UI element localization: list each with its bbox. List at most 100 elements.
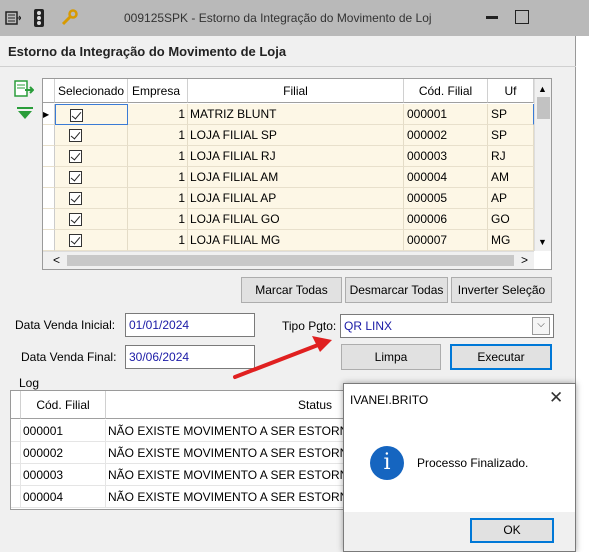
data-inicial-field[interactable]: 01/01/2024 — [125, 313, 255, 337]
scroll-up-icon[interactable]: ▲ — [538, 84, 547, 94]
row-checkbox-cell[interactable] — [55, 230, 128, 251]
menu-icon[interactable] — [4, 9, 22, 27]
log-col-header-cod[interactable]: Cód. Filial — [21, 391, 106, 419]
row-filial[interactable]: MATRIZ BLUNT — [188, 104, 404, 125]
row-empresa[interactable]: 1 — [128, 230, 188, 251]
log-cod[interactable]: 000004 — [21, 486, 106, 508]
grid-horizontal-scrollbar[interactable]: < > — [43, 251, 534, 269]
page-title: Estorno da Integração do Movimento de Lo… — [8, 44, 287, 59]
row-cod-filial[interactable]: 000004 — [404, 167, 488, 188]
deselect-all-button[interactable]: Desmarcar Todas — [345, 277, 448, 303]
row-empresa[interactable]: 1 — [128, 146, 188, 167]
log-indicator-header — [11, 391, 21, 419]
row-empresa[interactable]: 1 — [128, 209, 188, 230]
row-filial[interactable]: LOJA FILIAL MG — [188, 230, 404, 251]
row-cod-filial[interactable]: 000001 — [404, 104, 488, 125]
row-cod-filial[interactable]: 000003 — [404, 146, 488, 167]
traffic-light-icon[interactable] — [30, 9, 48, 27]
tipo-pgto-label: Tipo Pgto: — [282, 319, 337, 333]
grid-vertical-scrollbar[interactable]: ▲ ▼ — [534, 79, 551, 251]
row-uf[interactable]: RJ — [488, 146, 534, 167]
row-uf[interactable]: SP — [488, 104, 534, 125]
checkbox[interactable] — [69, 150, 82, 163]
store-grid[interactable]: Selecionado Empresa Filial Cód. Filial U… — [42, 78, 552, 270]
row-empresa[interactable]: 1 — [128, 167, 188, 188]
executar-button[interactable]: Executar — [450, 344, 552, 370]
checkbox[interactable] — [69, 129, 82, 142]
row-checkbox-cell[interactable] — [55, 188, 128, 209]
row-checkbox-cell[interactable] — [55, 104, 128, 125]
row-empresa[interactable]: 1 — [128, 188, 188, 209]
maximize-button[interactable] — [515, 10, 529, 24]
row-uf[interactable]: MG — [488, 230, 534, 251]
title-bar: 009125SPK - Estorno da Integração do Mov… — [0, 0, 589, 36]
data-final-label: Data Venda Final: — [21, 350, 117, 364]
row-filial[interactable]: LOJA FILIAL AP — [188, 188, 404, 209]
data-final-field[interactable]: 30/06/2024 — [125, 345, 255, 369]
ok-button[interactable]: OK — [470, 518, 554, 543]
dialog-message: Processo Finalizado. — [417, 456, 529, 470]
col-header-selecionado[interactable]: Selecionado — [55, 79, 128, 103]
log-col-header-status[interactable]: Status — [106, 391, 349, 419]
log-cod[interactable]: 000001 — [21, 420, 106, 442]
log-cod[interactable]: 000003 — [21, 464, 106, 486]
row-uf[interactable]: AM — [488, 167, 534, 188]
tipo-pgto-select[interactable]: QR LINX ⌵ — [340, 314, 554, 338]
log-status[interactable]: NÃO EXISTE MOVIMENTO A SER ESTORNA — [106, 486, 349, 508]
row-checkbox-cell[interactable] — [55, 125, 128, 146]
row-cod-filial[interactable]: 000002 — [404, 125, 488, 146]
row-uf[interactable]: SP — [488, 125, 534, 146]
row-empresa[interactable]: 1 — [128, 104, 188, 125]
row-empresa[interactable]: 1 — [128, 125, 188, 146]
message-dialog: IVANEI.BRITO ✕ i Processo Finalizado. OK — [343, 383, 576, 552]
row-filial[interactable]: LOJA FILIAL GO — [188, 209, 404, 230]
minimize-button[interactable] — [486, 16, 498, 19]
log-grid[interactable]: Cód. Filial Status 000001 NÃO EXISTE MOVI… — [10, 390, 350, 510]
row-filial[interactable]: LOJA FILIAL AM — [188, 167, 404, 188]
col-header-uf[interactable]: Uf — [488, 79, 534, 103]
row-checkbox-cell[interactable] — [55, 167, 128, 188]
row-uf[interactable]: AP — [488, 188, 534, 209]
log-status[interactable]: NÃO EXISTE MOVIMENTO A SER ESTORNA — [106, 420, 349, 442]
col-header-empresa[interactable]: Empresa — [128, 79, 188, 103]
invert-selection-button[interactable]: Inverter Seleção — [451, 277, 552, 303]
h-scroll-thumb[interactable] — [67, 255, 514, 266]
chevron-down-icon[interactable]: ⌵ — [532, 317, 550, 335]
checkbox[interactable] — [69, 192, 82, 205]
close-icon[interactable]: ✕ — [549, 388, 563, 408]
row-filial[interactable]: LOJA FILIAL SP — [188, 125, 404, 146]
row-indicator — [43, 209, 55, 230]
export-icon[interactable] — [14, 80, 35, 101]
log-row-indicator — [11, 486, 21, 508]
col-header-cod-filial[interactable]: Cód. Filial — [404, 79, 488, 103]
data-inicial-label: Data Venda Inicial: — [15, 318, 116, 332]
row-cod-filial[interactable]: 000007 — [404, 230, 488, 251]
checkbox[interactable] — [70, 109, 83, 122]
limpa-button[interactable]: Limpa — [341, 344, 441, 370]
wrench-icon[interactable] — [60, 9, 78, 27]
scroll-thumb[interactable] — [537, 97, 550, 119]
log-label: Log — [19, 376, 40, 390]
row-uf[interactable]: GO — [488, 209, 534, 230]
row-checkbox-cell[interactable] — [55, 146, 128, 167]
row-checkbox-cell[interactable] — [55, 209, 128, 230]
row-indicator — [43, 146, 55, 167]
checkbox[interactable] — [69, 213, 82, 226]
col-header-filial[interactable]: Filial — [188, 79, 404, 103]
row-cod-filial[interactable]: 000006 — [404, 209, 488, 230]
row-indicator: ▶ — [43, 104, 55, 125]
log-status[interactable]: NÃO EXISTE MOVIMENTO A SER ESTORNA — [106, 442, 349, 464]
log-status[interactable]: NÃO EXISTE MOVIMENTO A SER ESTORNA — [106, 464, 349, 486]
scroll-down-icon[interactable]: ▼ — [538, 237, 547, 247]
info-icon: i — [370, 446, 404, 480]
filter-down-icon[interactable] — [16, 106, 34, 123]
row-filial[interactable]: LOJA FILIAL RJ — [188, 146, 404, 167]
window-title: 009125SPK - Estorno da Integração do Mov… — [124, 11, 432, 25]
scroll-right-icon[interactable]: > — [521, 253, 528, 267]
row-cod-filial[interactable]: 000005 — [404, 188, 488, 209]
checkbox[interactable] — [69, 171, 82, 184]
log-cod[interactable]: 000002 — [21, 442, 106, 464]
select-all-button[interactable]: Marcar Todas — [241, 277, 342, 303]
checkbox[interactable] — [69, 234, 82, 247]
scroll-left-icon[interactable]: < — [53, 253, 60, 267]
